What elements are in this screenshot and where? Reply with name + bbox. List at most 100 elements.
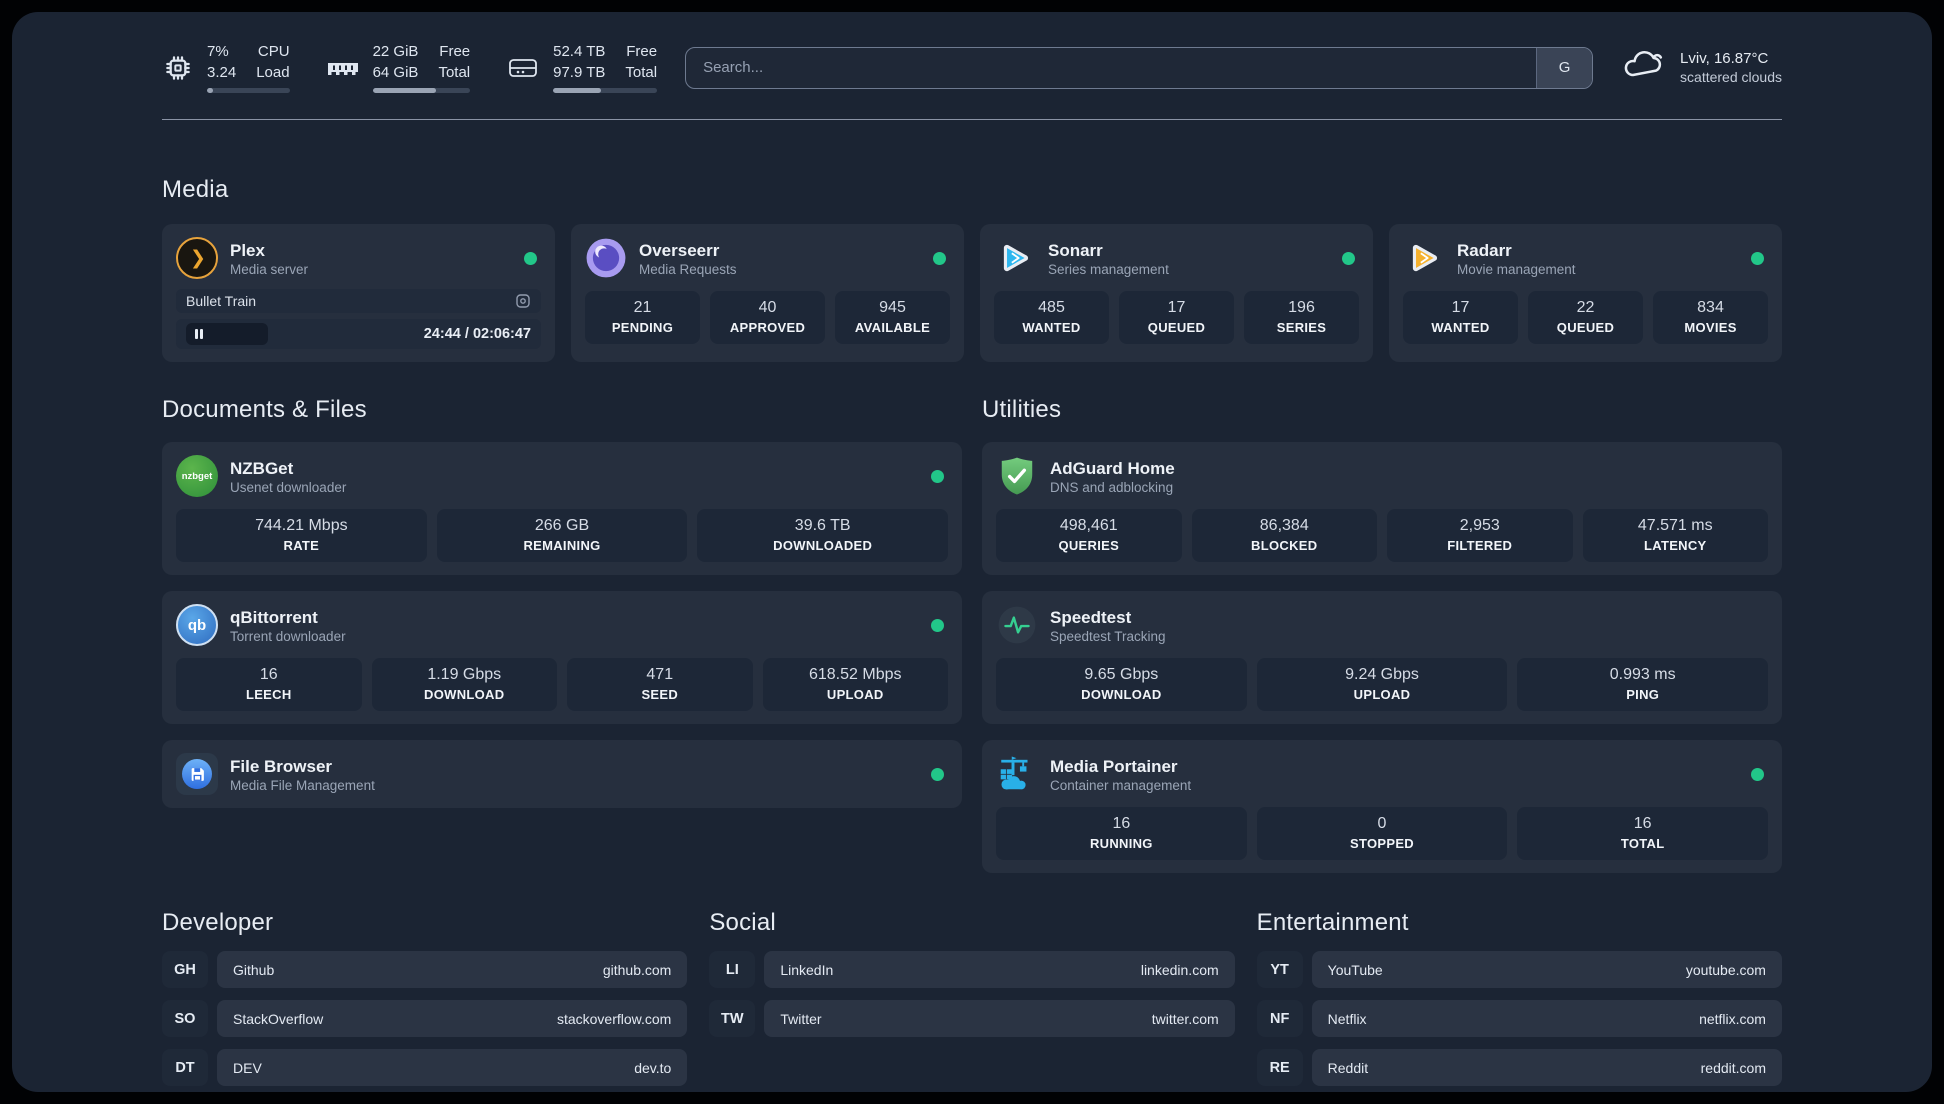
card-subtitle: Movie management — [1457, 262, 1576, 277]
section-title-entertainment: Entertainment — [1256, 909, 1409, 937]
adguard-icon — [996, 455, 1038, 497]
link-netflix[interactable]: NF Netflix netflix.com — [1256, 1000, 1782, 1038]
memory-free: 22 GiB — [372, 43, 419, 60]
stat-upload: 618.52 Mbps UPLOAD — [762, 658, 948, 712]
stat-ping: 0.993 ms PING — [1517, 658, 1769, 712]
card-nzbget[interactable]: nzbget NZBGet Usenet downloader 744.21 M… — [162, 442, 962, 576]
link-twitter[interactable]: TW Twitter twitter.com — [709, 1000, 1235, 1038]
stat-value: 16 — [259, 666, 278, 684]
stat-tiles: 21 PENDING 40 APPROVED 945 AVAILABLE — [585, 291, 950, 345]
stat-queued: 17 QUEUED — [1119, 291, 1234, 345]
stat-download: 1.19 Gbps DOWNLOAD — [371, 658, 557, 712]
link-linkedin[interactable]: LI LinkedIn linkedin.com — [709, 951, 1235, 989]
qbittorrent-icon: qb — [176, 604, 218, 647]
plex-chevron-glyph: ❯ — [190, 247, 206, 269]
card-title: qBittorrent — [230, 607, 318, 627]
plex-now-playing-widget: Bullet Train 24:44 / 02:06:47 — [176, 289, 541, 350]
search-engine-button[interactable]: G — [1536, 47, 1593, 88]
card-radarr[interactable]: Radarr Movie management 17 WANTED 22 QUE… — [1389, 224, 1782, 363]
cpu-icon — [162, 52, 194, 84]
stat-seed: 471 SEED — [567, 658, 753, 712]
stat-label: TOTAL — [1620, 836, 1665, 852]
stat-label: APPROVED — [729, 320, 806, 336]
card-filebrowser[interactable]: File Browser Media File Management — [162, 740, 962, 809]
stat-label: STOPPED — [1350, 836, 1414, 852]
card-overseerr[interactable]: Overseerr Media Requests 21 PENDING 40 A… — [571, 224, 964, 363]
link-dev[interactable]: DT DEV dev.to — [162, 1049, 688, 1087]
stat-value: 17 — [1167, 299, 1186, 317]
github-icon: GH — [162, 951, 208, 989]
link-github[interactable]: GH Github github.com — [162, 951, 688, 989]
card-title: Media Portainer — [1050, 756, 1178, 776]
weather-widget: Lviv, 16.87°C scattered clouds — [1621, 48, 1782, 87]
card-subtitle: Media server — [230, 262, 309, 277]
card-qbittorrent[interactable]: qb qBittorrent Torrent downloader 16 LEE… — [162, 591, 962, 725]
link-body: DEV dev.to — [217, 1049, 688, 1087]
stat-label: QUEUED — [1147, 320, 1206, 336]
link-reddit[interactable]: RE Reddit reddit.com — [1256, 1049, 1782, 1087]
card-head: Sonarr Series management — [994, 237, 1359, 279]
weather-location-temp: Lviv, 16.87°C — [1680, 50, 1769, 68]
cpu-progress-bar — [207, 88, 290, 94]
disk-progress-bar — [553, 88, 658, 94]
card-speedtest[interactable]: Speedtest Speedtest Tracking 9.65 Gbps D… — [982, 591, 1782, 725]
playback-time: 24:44 / 02:06:47 — [423, 326, 531, 343]
card-subtitle: Speedtest Tracking — [1050, 629, 1166, 644]
stat-value: 1.19 Gbps — [427, 666, 502, 684]
card-adguard[interactable]: AdGuard Home DNS and adblocking 498,461 … — [982, 442, 1782, 576]
stat-value: 0 — [1377, 815, 1387, 833]
card-sonarr[interactable]: Sonarr Series management 485 WANTED 17 Q… — [980, 224, 1373, 363]
stat-value: 16 — [1112, 815, 1131, 833]
stat-download: 9.65 Gbps DOWNLOAD — [996, 658, 1247, 712]
stat-queued: 22 QUEUED — [1528, 291, 1643, 345]
link-name: DEV — [233, 1059, 262, 1076]
card-subtitle: Usenet downloader — [230, 480, 347, 495]
media-cards-row: ❯ Plex Media server Bullet Train 24:44 /… — [162, 224, 1782, 363]
card-head: Radarr Movie management — [1403, 237, 1768, 279]
filebrowser-icon — [176, 753, 218, 796]
cpu-stat: 7% 3.24 CPU Load — [162, 42, 290, 94]
stat-label: DOWNLOADED — [773, 538, 873, 554]
card-head: File Browser Media File Management — [176, 753, 948, 796]
link-body: Github github.com — [217, 951, 688, 989]
disk-icon — [506, 55, 540, 81]
link-url: stackoverflow.com — [556, 1010, 672, 1027]
link-url: youtube.com — [1685, 961, 1766, 978]
card-portainer[interactable]: Media Portainer Container management 16 … — [982, 740, 1782, 874]
seek-bar[interactable] — [186, 323, 268, 346]
stat-value: 945 — [879, 299, 906, 317]
stat-label: SERIES — [1276, 320, 1327, 336]
card-plex[interactable]: ❯ Plex Media server Bullet Train 24:44 /… — [162, 224, 555, 363]
status-online-dot — [1751, 767, 1764, 781]
stat-value: 9.24 Gbps — [1345, 666, 1419, 684]
memory-progress-bar — [372, 88, 471, 94]
stat-value: 17 — [1451, 299, 1470, 317]
stat-value: 9.65 Gbps — [1084, 666, 1159, 684]
youtube-icon: YT — [1256, 951, 1303, 989]
stat-wanted: 485 WANTED — [994, 291, 1109, 345]
link-youtube[interactable]: YT YouTube youtube.com — [1256, 951, 1782, 989]
stat-movies: 834 MOVIES — [1653, 291, 1768, 345]
nzbget-icon: nzbget — [176, 455, 218, 498]
stat-tiles: 744.21 Mbps RATE 266 GB REMAINING 39.6 T… — [176, 509, 949, 563]
stat-value: 86,384 — [1259, 517, 1309, 535]
card-head: AdGuard Home DNS and adblocking — [996, 455, 1768, 497]
card-head: nzbget NZBGet Usenet downloader — [176, 455, 948, 498]
stat-upload: 9.24 Gbps UPLOAD — [1256, 658, 1508, 712]
speedtest-icon — [996, 604, 1038, 646]
stat-value: 0.993 ms — [1609, 666, 1676, 684]
stat-label: DOWNLOAD — [424, 687, 505, 703]
card-subtitle: Container management — [1050, 778, 1192, 793]
stat-label: UPLOAD — [1353, 687, 1411, 703]
stat-label: AVAILABLE — [854, 320, 931, 336]
search-input[interactable] — [686, 47, 1537, 88]
stat-leech: 16 LEECH — [176, 658, 362, 712]
stat-label: DOWNLOAD — [1081, 687, 1162, 703]
link-url: github.com — [602, 961, 672, 978]
link-stackoverflow[interactable]: SO StackOverflow stackoverflow.com — [162, 1000, 688, 1038]
link-name: Reddit — [1327, 1059, 1369, 1076]
card-title: AdGuard Home — [1050, 458, 1175, 478]
disk-total: 97.9 TB — [553, 63, 606, 81]
stat-filtered: 2,953 FILTERED — [1387, 509, 1573, 563]
card-subtitle: Torrent downloader — [230, 629, 346, 644]
